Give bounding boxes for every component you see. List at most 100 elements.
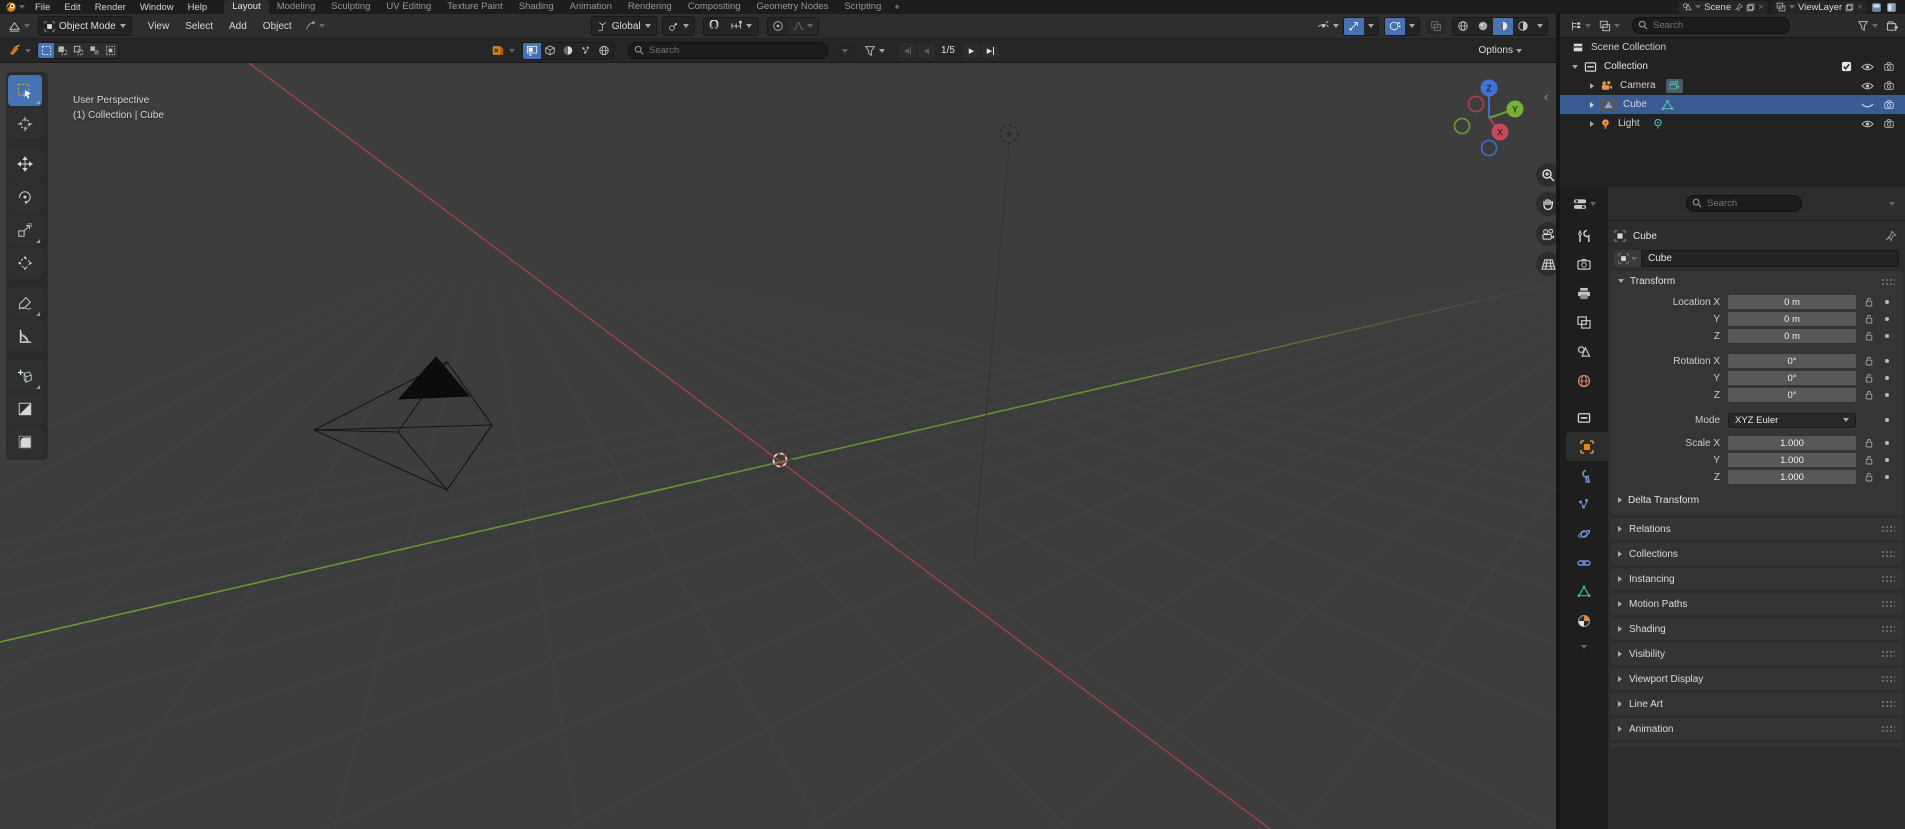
rotation-y-field[interactable]: 0° — [1728, 371, 1856, 385]
expand-chevron-icon[interactable] — [1590, 101, 1594, 108]
pin-icon[interactable] — [1885, 230, 1897, 242]
tool-brush-chevron-icon[interactable] — [25, 48, 31, 53]
tool-select-box[interactable] — [8, 75, 42, 106]
outliner-search-input[interactable] — [1632, 17, 1790, 34]
tab-physics[interactable] — [1560, 519, 1608, 548]
hidden-eye-closed-icon[interactable] — [1861, 100, 1874, 110]
overlays-dropdown[interactable] — [1405, 17, 1419, 35]
active-tool-brush-icon[interactable] — [8, 44, 22, 57]
viewport-menu-view[interactable]: View — [140, 21, 178, 32]
lock-icon[interactable] — [1862, 390, 1876, 400]
tool-move[interactable] — [8, 148, 42, 179]
filter-particles-icon[interactable] — [577, 42, 595, 59]
blend-file-icon[interactable] — [491, 44, 505, 57]
window-area-icon[interactable] — [1871, 2, 1882, 13]
animate-dot[interactable] — [1885, 334, 1889, 338]
exclude-checkbox[interactable] — [1841, 61, 1852, 72]
pager-last-button[interactable]: ▶ — [981, 42, 999, 59]
object-visibility-dropdown[interactable] — [1313, 17, 1343, 35]
tabs-overflow-chevron-icon[interactable] — [1581, 645, 1587, 649]
hide-eye-icon[interactable] — [1861, 119, 1874, 129]
panel-grip-handle[interactable] — [1881, 675, 1895, 682]
disable-render-icon[interactable] — [1883, 99, 1895, 110]
tab-animation[interactable]: Animation — [562, 0, 620, 14]
mode-dropdown[interactable]: Object Mode — [38, 16, 132, 36]
blend-file-chevron-icon[interactable] — [509, 48, 515, 53]
tab-modeling[interactable]: Modeling — [269, 0, 324, 14]
orthographic-grid-button[interactable] — [1536, 252, 1556, 276]
snap-target-dropdown[interactable] — [723, 17, 758, 35]
properties-options-chevron-icon[interactable] — [1889, 201, 1895, 206]
delete-scene-button[interactable]: × — [1758, 2, 1764, 13]
panel-relations[interactable]: Relations — [1610, 518, 1903, 540]
tab-geometry-nodes[interactable]: Geometry Nodes — [749, 0, 837, 14]
outliner-filter-dropdown[interactable] — [1853, 17, 1882, 35]
select-mode-extend[interactable] — [54, 43, 70, 58]
editor-type-button[interactable] — [4, 17, 34, 35]
pager-prev-button[interactable]: ◀ — [918, 42, 935, 59]
properties-editor-type-button[interactable] — [1560, 187, 1608, 221]
xray-toggle[interactable] — [1426, 17, 1446, 35]
delta-transform-subpanel[interactable]: Delta Transform — [1610, 491, 1897, 509]
tool-add-cube[interactable] — [8, 360, 42, 391]
panel-grip-handle[interactable] — [1881, 700, 1895, 707]
animate-dot[interactable] — [1885, 458, 1889, 462]
hide-eye-icon[interactable] — [1861, 62, 1874, 72]
shading-material-toggle[interactable] — [1493, 17, 1513, 35]
rotation-z-field[interactable]: 0° — [1728, 388, 1856, 402]
menu-edit[interactable]: Edit — [57, 2, 87, 13]
animate-dot[interactable] — [1885, 300, 1889, 304]
panel-partial[interactable] — [1610, 743, 1903, 747]
tab-scripting[interactable]: Scripting — [836, 0, 889, 14]
tab-rendering[interactable]: Rendering — [620, 0, 680, 14]
add-workspace-button[interactable]: + — [889, 1, 905, 14]
tool-annotate[interactable] — [8, 287, 42, 318]
gizmo-dropdown[interactable] — [1364, 17, 1378, 35]
axis-negx-ball[interactable] — [1467, 95, 1485, 113]
tab-collection[interactable] — [1560, 403, 1608, 432]
tab-output[interactable] — [1560, 279, 1608, 308]
active-tool-fallback-dropdown[interactable] — [300, 17, 329, 35]
shading-solid-toggle[interactable] — [1473, 17, 1493, 35]
location-y-field[interactable]: 0 m — [1728, 312, 1856, 326]
tool-scale[interactable] — [8, 214, 42, 245]
properties-search-input[interactable] — [1686, 195, 1802, 212]
scale-y-field[interactable]: 1.000 — [1728, 453, 1856, 467]
logo-menu-chevron-icon[interactable] — [19, 5, 25, 9]
filter-cube-icon[interactable] — [541, 42, 559, 59]
zoom-button[interactable] — [1536, 163, 1556, 187]
animate-dot[interactable] — [1885, 418, 1889, 422]
panel-motion-paths[interactable]: Motion Paths — [1610, 593, 1903, 615]
animate-dot[interactable] — [1885, 359, 1889, 363]
viewport-menu-select[interactable]: Select — [177, 21, 221, 32]
lock-icon[interactable] — [1862, 438, 1876, 448]
location-x-field[interactable]: 0 m — [1728, 295, 1856, 309]
proportional-editing-toggle[interactable] — [767, 17, 788, 35]
tool-search-input[interactable] — [628, 42, 828, 59]
lock-icon[interactable] — [1862, 472, 1876, 482]
tab-render[interactable] — [1560, 250, 1608, 279]
rotation-x-field[interactable]: 0° — [1728, 354, 1856, 368]
animate-dot[interactable] — [1885, 441, 1889, 445]
new-collection-button[interactable] — [1886, 20, 1899, 32]
hide-eye-icon[interactable] — [1861, 81, 1874, 91]
tab-world[interactable] — [1560, 366, 1608, 395]
pivot-point-dropdown[interactable] — [661, 16, 695, 36]
tab-modifiers[interactable] — [1560, 461, 1608, 490]
tab-texture-paint[interactable]: Texture Paint — [439, 0, 510, 14]
panel-grip-handle[interactable] — [1881, 650, 1895, 657]
outliner-editor-type-button[interactable] — [1566, 17, 1595, 35]
duplicate-area-icon[interactable] — [1886, 2, 1897, 13]
filter-world-icon[interactable] — [595, 42, 613, 59]
expand-chevron-icon[interactable] — [1590, 82, 1594, 89]
tool-cursor[interactable] — [8, 108, 42, 139]
menu-render[interactable]: Render — [88, 2, 133, 13]
panel-grip-handle[interactable] — [1881, 550, 1895, 557]
viewport-menu-add[interactable]: Add — [221, 21, 255, 32]
outliner-row-scene-collection[interactable]: Scene Collection — [1560, 38, 1905, 57]
delete-viewlayer-button[interactable]: × — [1857, 2, 1863, 13]
new-scene-icon[interactable] — [1746, 3, 1755, 12]
tab-uv-editing[interactable]: UV Editing — [378, 0, 439, 14]
panel-animation[interactable]: Animation — [1610, 718, 1903, 740]
options-dropdown[interactable]: Options — [1475, 42, 1526, 60]
